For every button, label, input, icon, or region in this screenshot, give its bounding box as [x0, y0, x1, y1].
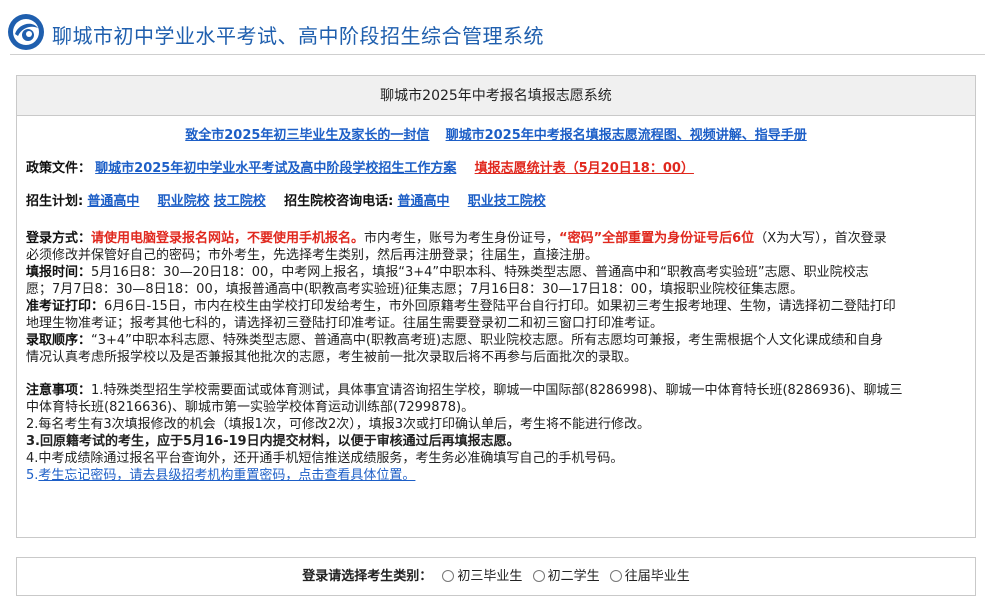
fill-time-section: 填报时间：5月16日8：30—20日18：00，中考网上报名，填报“3+4”中职… [26, 264, 966, 298]
fill-time-text-2: 愿；7月7日8：30—8日18：00，填报普通高中(职教高考实验班)征集志愿；7… [26, 282, 804, 297]
consult-label: 招生院校咨询电话: [284, 194, 394, 209]
notes-label: 注意事项： [26, 383, 92, 398]
plan-link-technical[interactable]: 技工院校 [214, 194, 266, 209]
radio-past-graduate[interactable] [609, 570, 622, 582]
globe-logo-icon [8, 14, 44, 50]
note-3: 3.回原籍考试的考生，应于5月16-19日内提交材料，以便于审核通过后再填报志愿… [26, 434, 520, 449]
fill-time-text-1: 5月16日8：30—20日18：00，中考网上报名，填报“3+4”中职本科、特殊… [91, 265, 869, 280]
note-1b: 中体育特长班(8216636)、聊城市第一实验学校体育运动训练部(7299878… [26, 400, 475, 415]
policy-label: 政策文件： [26, 161, 92, 176]
top-links: 致全市2025年初三毕业生及家长的一封信 聊城市2025年中考报名填报志愿流程图… [26, 127, 966, 144]
note-4: 4.中考成绩除通过报名平台查询外，还开通手机短信推送成绩服务，考生务必准确填写自… [26, 451, 624, 466]
consult-link-vocational[interactable]: 职业技工院校 [468, 194, 546, 209]
note-5-prefix: 5. [26, 468, 39, 483]
admission-ticket-section: 准考证打印：6月6日-15日，市内在校生由学校打印发给考生，市外回原籍考生登陆平… [26, 298, 966, 332]
option-grade-nine[interactable]: 初三毕业生 [442, 569, 522, 584]
notes-section: 注意事项：1.特殊类型招生学校需要面试或体育测试，具体事宜请咨询招生学校，聊城一… [26, 382, 966, 484]
login-method-section: 登录方式：请使用电脑登录报名网站，不要使用手机报名。市内考生，账号为考生身份证号… [26, 230, 966, 264]
policy-document-link[interactable]: 聊城市2025年初中学业水平考试及高中阶段学校招生工作方案 [95, 161, 456, 176]
option-past-graduate[interactable]: 往届毕业生 [609, 569, 690, 584]
notice-panel: 聊城市2025年中考报名填报志愿系统 致全市2025年初三毕业生及家长的一封信 … [16, 75, 976, 538]
panel-body: 致全市2025年初三毕业生及家长的一封信 聊城市2025年中考报名填报志愿流程图… [17, 116, 975, 484]
login-category-panel: 登录请选择考生类别： 初三毕业生 初二学生 往届毕业生 [16, 557, 976, 596]
plan-link-high-school[interactable]: 普通高中 [87, 194, 139, 209]
radio-grade-eight[interactable] [532, 570, 545, 582]
admission-order-label: 录取顺序： [26, 333, 92, 348]
login-method-label: 登录方式： [26, 231, 92, 246]
site-title: 聊城市初中学业水平考试、高中阶段招生综合管理系统 [52, 24, 544, 48]
admission-order-text-2: 情况认真考虑所报学校以及是否兼报其他批次的志愿，考生被前一批次录取后将不再参与后… [26, 350, 638, 365]
radio-grade-nine[interactable] [442, 570, 455, 582]
admission-ticket-label: 准考证打印： [26, 299, 105, 314]
page-header: 聊城市初中学业水平考试、高中阶段招生综合管理系统 [0, 0, 991, 56]
consult-link-high-school[interactable]: 普通高中 [397, 194, 449, 209]
login-text-1: 市内考生，账号为考生身份证号， [364, 231, 560, 246]
panel-title: 聊城市2025年中考报名填报志愿系统 [17, 76, 975, 116]
admission-order-section: 录取顺序：“3+4”中职本科志愿、特殊类型志愿、普通高中(职教高考班)志愿、职业… [26, 332, 966, 366]
forgot-password-link[interactable]: 考生忘记密码，请去县级招考机构重置密码，点击查看具体位置。 [38, 468, 415, 483]
header-divider [10, 54, 985, 55]
note-2: 2.每名考生有3次填报修改的机会（填报1次，可修改2次），填报3次或打印确认单后… [26, 417, 650, 432]
letter-to-parents-link[interactable]: 致全市2025年初三毕业生及家长的一封信 [185, 128, 429, 143]
plan-label: 招生计划: [26, 194, 84, 209]
login-category-label: 登录请选择考生类别： [302, 569, 433, 584]
note-5: 5.考生忘记密码，请去县级招考机构重置密码，点击查看具体位置。 [26, 467, 966, 484]
option-grade-eight[interactable]: 初二学生 [532, 569, 600, 584]
password-reset-note: “密码”全部重置为身份证号后6位 [559, 231, 755, 246]
login-text-3: 必须修改并保管好自己的密码；市外考生，先选择考生类别，然后再注册登录；往届生，直… [26, 248, 599, 263]
admission-ticket-text-1: 6月6日-15日，市内在校生由学校打印发给考生，市外回原籍考生登陆平台自行打印。… [104, 299, 896, 314]
plan-link-vocational[interactable]: 职业院校 [158, 194, 210, 209]
note-1a: 1.特殊类型招生学校需要面试或体育测试，具体事宜请咨询招生学校，聊城一中国际部(… [91, 383, 903, 398]
admission-order-text-1: “3+4”中职本科志愿、特殊类型志愿、普通高中(职教高考班)志愿、职业院校志愿。… [91, 333, 884, 348]
flowchart-guide-link[interactable]: 聊城市2025年中考报名填报志愿流程图、视频讲解、指导手册 [446, 128, 807, 143]
login-text-2: （X为大写），首次登录 [754, 231, 887, 246]
login-warning: 请使用电脑登录报名网站，不要使用手机报名。 [91, 231, 365, 246]
admission-ticket-text-2: 地理生物准考证；报考其他七科的，请选择初三登陆打印准考证。往届生需要登录初二和初… [26, 316, 664, 331]
policy-row: 政策文件： 聊城市2025年初中学业水平考试及高中阶段学校招生工作方案 填报志愿… [26, 160, 966, 177]
plan-row: 招生计划: 普通高中 职业院校 技工院校 招生院校咨询电话: 普通高中 职业技工… [26, 193, 966, 210]
volunteer-statistics-link[interactable]: 填报志愿统计表（5月20日18：00） [475, 161, 694, 176]
fill-time-label: 填报时间： [26, 265, 92, 280]
